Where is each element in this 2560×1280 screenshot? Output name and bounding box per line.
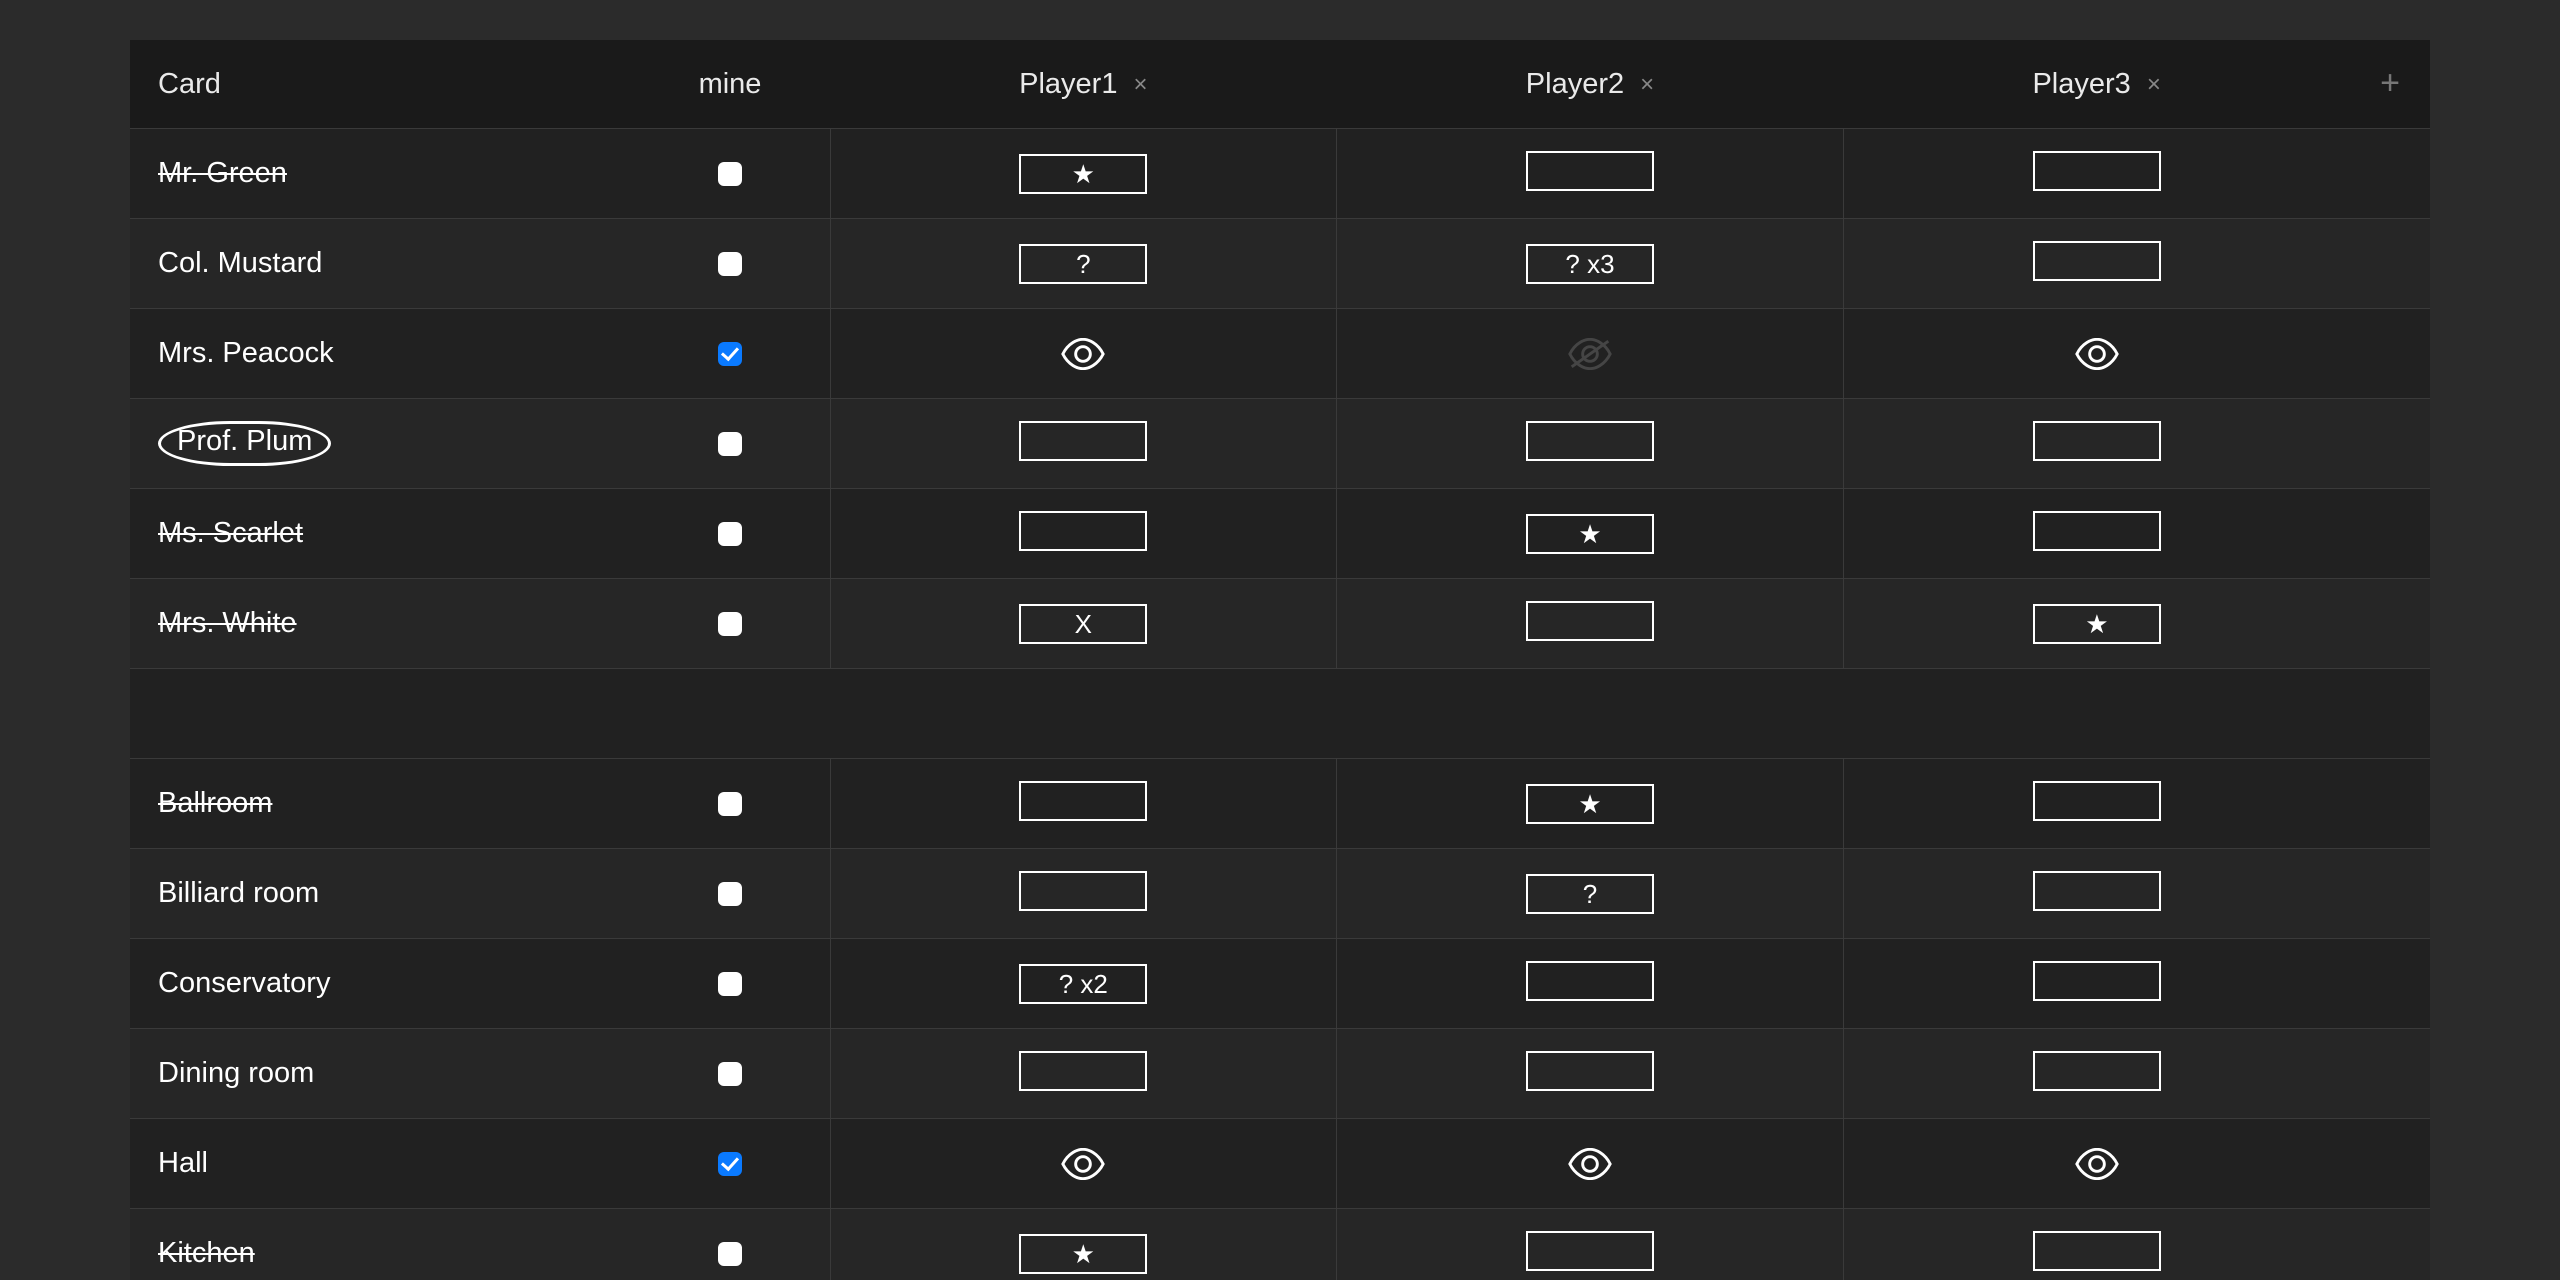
- card-slot-button[interactable]: [1526, 151, 1654, 191]
- card-slot-button[interactable]: ★: [1019, 1234, 1147, 1274]
- card-slot-button[interactable]: [1019, 421, 1147, 461]
- card-slot-button[interactable]: [1526, 1231, 1654, 1271]
- mine-checkbox[interactable]: [718, 1062, 742, 1086]
- card-slot-button[interactable]: ? x3: [1526, 244, 1654, 284]
- card-slot-button[interactable]: ★: [2033, 604, 2161, 644]
- card-slot-button[interactable]: [1019, 1051, 1147, 1091]
- clue-tracker-table: Card mine Player1 × Player2 × Player3 × …: [130, 40, 2430, 1280]
- card-name: Prof. Plum: [158, 421, 331, 466]
- mine-checkbox[interactable]: [718, 612, 742, 636]
- card-name: Conservatory: [158, 967, 330, 1000]
- shown-eye-icon[interactable]: [1061, 1148, 1105, 1180]
- card-slot-button[interactable]: [1526, 961, 1654, 1001]
- table-row: Kitchen ★: [130, 1209, 2430, 1280]
- card-slot-button[interactable]: ?: [1019, 244, 1147, 284]
- card-slot-button[interactable]: [1019, 511, 1147, 551]
- remove-player2-icon[interactable]: ×: [1640, 71, 1654, 99]
- mine-checkbox[interactable]: [718, 252, 742, 276]
- mine-checkbox[interactable]: [718, 432, 742, 456]
- card-slot-button[interactable]: ★: [1526, 784, 1654, 824]
- mine-checkbox[interactable]: [718, 972, 742, 996]
- mine-checkbox[interactable]: [718, 1152, 742, 1176]
- header-player2: Player2 ×: [1337, 40, 1844, 129]
- card-slot-button[interactable]: [2033, 1231, 2161, 1271]
- card-name: Dining room: [158, 1057, 314, 1090]
- mine-checkbox[interactable]: [718, 792, 742, 816]
- card-slot-button[interactable]: [2033, 871, 2161, 911]
- table-row: Mr. Green ★: [130, 129, 2430, 219]
- header-mine: mine: [630, 40, 830, 129]
- mine-checkbox[interactable]: [718, 342, 742, 366]
- card-slot-button[interactable]: [1019, 781, 1147, 821]
- card-name: Col. Mustard: [158, 247, 322, 280]
- shown-eye-icon[interactable]: [1061, 338, 1105, 370]
- hidden-eye-icon[interactable]: [1568, 338, 1612, 370]
- table-row: Mrs. Peacock: [130, 309, 2430, 399]
- card-slot-button[interactable]: [1526, 1051, 1654, 1091]
- card-name: Mr. Green: [158, 157, 287, 190]
- table-row: Prof. Plum: [130, 399, 2430, 489]
- card-slot-button[interactable]: [2033, 511, 2161, 551]
- shown-eye-icon[interactable]: [2075, 338, 2119, 370]
- card-slot-button[interactable]: [2033, 151, 2161, 191]
- card-name: Mrs. Peacock: [158, 337, 334, 370]
- table-row: Conservatory ? x2: [130, 939, 2430, 1029]
- table-row: Mrs. White X ★: [130, 579, 2430, 669]
- card-slot-button[interactable]: ★: [1526, 514, 1654, 554]
- card-slot-button[interactable]: ? x2: [1019, 964, 1147, 1004]
- mine-checkbox[interactable]: [718, 882, 742, 906]
- card-name: Kitchen: [158, 1237, 255, 1270]
- card-slot-button[interactable]: ★: [1019, 154, 1147, 194]
- card-slot-button[interactable]: ?: [1526, 874, 1654, 914]
- card-slot-button[interactable]: [2033, 1051, 2161, 1091]
- table-row: Ballroom ★: [130, 759, 2430, 849]
- card-name: Hall: [158, 1147, 208, 1180]
- card-slot-button[interactable]: [1019, 871, 1147, 911]
- card-name: Mrs. White: [158, 607, 297, 640]
- card-slot-button[interactable]: [2033, 961, 2161, 1001]
- card-slot-button[interactable]: [1526, 421, 1654, 461]
- remove-player3-icon[interactable]: ×: [2147, 71, 2161, 99]
- header-player1: Player1 ×: [830, 40, 1337, 129]
- header-card: Card: [130, 40, 630, 129]
- shown-eye-icon[interactable]: [1568, 1148, 1612, 1180]
- card-slot-button[interactable]: [2033, 421, 2161, 461]
- remove-player1-icon[interactable]: ×: [1134, 71, 1148, 99]
- table-row: Hall: [130, 1119, 2430, 1209]
- shown-eye-icon[interactable]: [2075, 1148, 2119, 1180]
- table-row: Col. Mustard? ? x3: [130, 219, 2430, 309]
- table-row: Dining room: [130, 1029, 2430, 1119]
- card-slot-button[interactable]: [2033, 781, 2161, 821]
- table-row: Ms. Scarlet ★: [130, 489, 2430, 579]
- header-player3: Player3 ×: [1843, 40, 2350, 129]
- mine-checkbox[interactable]: [718, 162, 742, 186]
- mine-checkbox[interactable]: [718, 522, 742, 546]
- card-name: Ms. Scarlet: [158, 517, 303, 550]
- card-name: Ballroom: [158, 787, 272, 820]
- card-slot-button[interactable]: X: [1019, 604, 1147, 644]
- card-name: Billiard room: [158, 877, 319, 910]
- mine-checkbox[interactable]: [718, 1242, 742, 1266]
- card-slot-button[interactable]: [2033, 241, 2161, 281]
- card-slot-button[interactable]: [1526, 601, 1654, 641]
- add-player-icon[interactable]: +: [2380, 66, 2400, 100]
- table-row: Billiard room?: [130, 849, 2430, 939]
